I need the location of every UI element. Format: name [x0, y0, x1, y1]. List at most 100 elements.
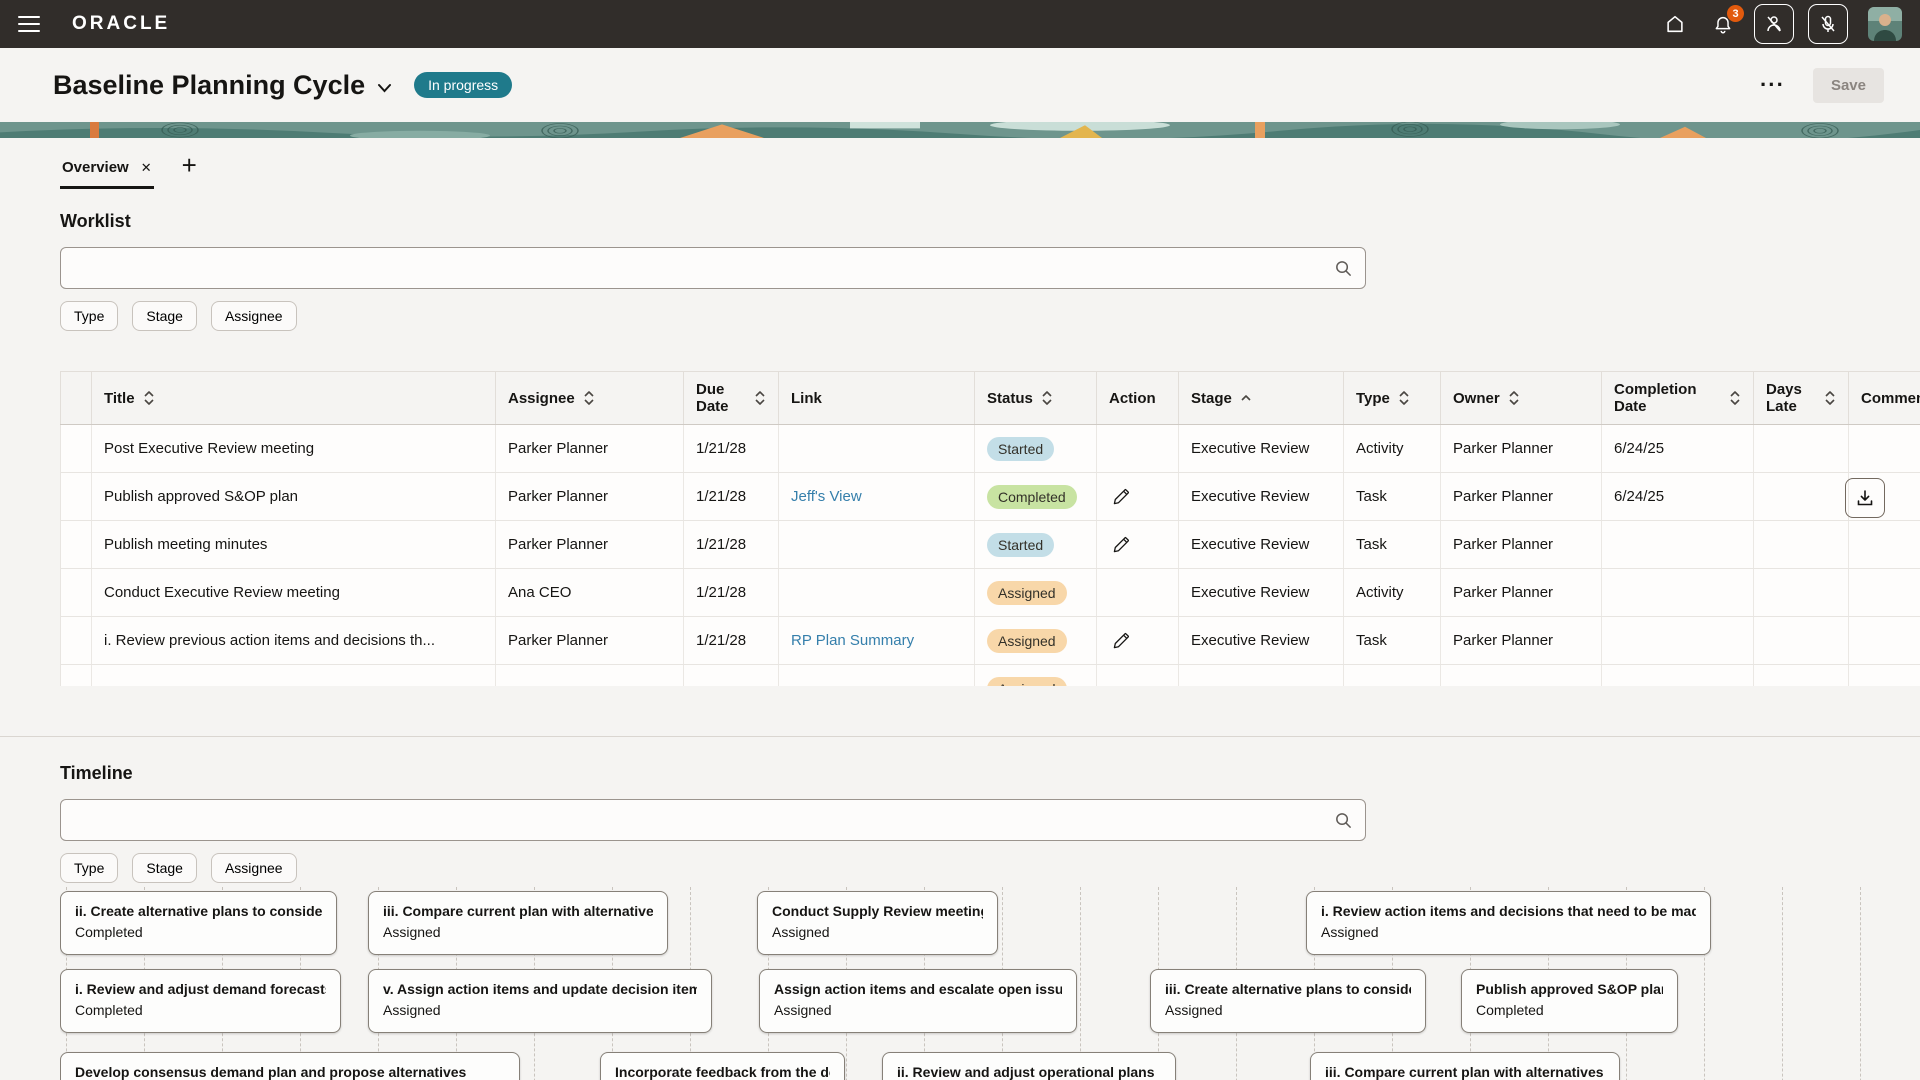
status-badge-assigned: Assigned — [987, 677, 1067, 687]
timeline-card[interactable]: Assign action items and escalate open is… — [759, 969, 1077, 1033]
timeline-card[interactable]: iii. Create alternative plans to conside… — [1150, 969, 1426, 1033]
cell-assignee: Parker Planner — [496, 521, 684, 568]
sort-icon[interactable] — [754, 390, 766, 406]
cell-title: Publish meeting minutes — [92, 521, 496, 568]
filter-chip-stage[interactable]: Stage — [132, 301, 197, 331]
sort-icon[interactable] — [1824, 390, 1836, 406]
timeline-card[interactable]: ii. Review and adjust operational plans — [882, 1052, 1176, 1080]
user-avatar[interactable] — [1868, 7, 1902, 41]
timeline-card[interactable]: v. Assign action items and update decisi… — [368, 969, 712, 1033]
timeline-card-status: Assigned — [383, 1000, 697, 1021]
column-header-stage[interactable]: Stage — [1179, 372, 1344, 424]
sort-icon[interactable] — [1041, 390, 1053, 406]
timeline-card[interactable]: ii. Create alternative plans to consider… — [60, 891, 337, 955]
timeline-search[interactable] — [60, 799, 1366, 841]
home-icon[interactable] — [1658, 7, 1692, 41]
cell-link — [779, 665, 975, 686]
edit-button[interactable] — [1109, 485, 1133, 509]
cell-assignee: Parker Planner — [496, 473, 684, 520]
table-row[interactable]: Conduct Executive Review meetingAna CEO1… — [60, 569, 1920, 617]
filter-chip-type[interactable]: Type — [60, 301, 118, 331]
table-row[interactable]: Publish approved S&OP planParker Planner… — [60, 473, 1920, 521]
timeline-card[interactable]: i. Review action items and decisions tha… — [1306, 891, 1711, 955]
filter-chip-assignee[interactable]: Assignee — [211, 853, 297, 883]
tab-overview[interactable]: Overview ✕ — [60, 153, 154, 189]
timeline-card-title: ii. Create alternative plans to consider — [75, 901, 322, 922]
download-button[interactable] — [1845, 478, 1885, 518]
column-label: Status — [987, 390, 1033, 407]
column-header-link: Link — [779, 372, 975, 424]
edit-button[interactable] — [1109, 629, 1133, 653]
tab-close-icon[interactable]: ✕ — [141, 160, 152, 176]
column-header-title[interactable]: Title — [92, 372, 496, 424]
filter-chip-stage[interactable]: Stage — [132, 853, 197, 883]
edit-pencil-icon — [1111, 535, 1131, 555]
cell-type: Activity — [1344, 425, 1441, 472]
hamburger-menu-icon[interactable] — [18, 16, 40, 32]
cell-title: Post Executive Review meeting — [92, 425, 496, 472]
cell-type: Activity — [1344, 569, 1441, 616]
timeline-card[interactable]: iii. Compare current plan with alternati… — [1310, 1052, 1620, 1080]
cell-completion-date — [1602, 569, 1754, 616]
cell-link — [779, 425, 975, 472]
sort-icon[interactable] — [583, 390, 595, 406]
timeline-card[interactable]: Incorporate feedback from the demand pla… — [600, 1052, 845, 1080]
search-icon — [1334, 811, 1353, 830]
timeline-card-title: Conduct Supply Review meeting — [772, 901, 983, 922]
column-header-owner[interactable]: Owner — [1441, 372, 1602, 424]
chevron-down-icon[interactable] — [377, 83, 392, 93]
download-icon — [1855, 488, 1875, 508]
save-button[interactable]: Save — [1813, 68, 1884, 103]
table-row-partial[interactable]: Assigned — [60, 665, 1920, 686]
column-header-status[interactable]: Status — [975, 372, 1097, 424]
timeline-card[interactable]: Develop consensus demand plan and propos… — [60, 1052, 520, 1080]
add-tab-button[interactable]: + — [182, 150, 197, 189]
decorative-banner-image — [0, 122, 1920, 138]
worklist-search-input[interactable] — [73, 248, 1334, 288]
timeline-card[interactable]: iii. Compare current plan with alternati… — [368, 891, 668, 955]
mic-slash-icon[interactable] — [1808, 4, 1848, 44]
column-header-type[interactable]: Type — [1344, 372, 1441, 424]
status-badge: In progress — [414, 72, 512, 98]
timeline-card[interactable]: Publish approved S&OP planCompleted — [1461, 969, 1678, 1033]
cell-stage — [1179, 665, 1344, 686]
cell-type: Task — [1344, 521, 1441, 568]
sort-icon[interactable] — [1508, 390, 1520, 406]
cell-due-date: 1/21/28 — [684, 521, 779, 568]
user-slash-icon[interactable] — [1754, 4, 1794, 44]
table-row[interactable]: Post Executive Review meetingParker Plan… — [60, 425, 1920, 473]
edit-button[interactable] — [1109, 533, 1133, 557]
column-label: Assignee — [508, 390, 575, 407]
cell-stage: Executive Review — [1179, 569, 1344, 616]
row-link[interactable]: RP Plan Summary — [791, 632, 914, 649]
notifications-bell-icon[interactable]: 3 — [1706, 7, 1740, 41]
timeline-search-input[interactable] — [73, 800, 1334, 840]
table-row[interactable]: i. Review previous action items and deci… — [60, 617, 1920, 665]
topbar: ORACLE 3 — [0, 0, 1920, 48]
column-header-completion-date[interactable]: Completion Date — [1602, 372, 1754, 424]
column-header-comments: Comments — [1849, 372, 1920, 424]
filter-chip-assignee[interactable]: Assignee — [211, 301, 297, 331]
table-row[interactable]: Publish meeting minutesParker Planner1/2… — [60, 521, 1920, 569]
column-header-due-date[interactable]: Due Date — [684, 372, 779, 424]
sort-icon[interactable] — [1398, 390, 1410, 406]
sort-ascending-icon[interactable] — [1240, 390, 1252, 406]
column-header-days-late[interactable]: Days Late — [1754, 372, 1849, 424]
row-link[interactable]: Jeff's View — [791, 488, 862, 505]
page-title: Baseline Planning Cycle — [53, 70, 365, 101]
more-actions-button[interactable]: ··· — [1758, 76, 1787, 94]
timeline-card[interactable]: i. Review and adjust demand forecastsCom… — [60, 969, 341, 1033]
column-header-assignee[interactable]: Assignee — [496, 372, 684, 424]
status-badge-assigned: Assigned — [987, 581, 1067, 605]
row-handle-cell — [60, 425, 92, 472]
cell-assignee: Parker Planner — [496, 425, 684, 472]
timeline-card[interactable]: Conduct Supply Review meetingAssigned — [757, 891, 998, 955]
cell-due-date: 1/21/28 — [684, 473, 779, 520]
row-handle-cell — [60, 569, 92, 616]
row-handle-cell — [60, 521, 92, 568]
sort-icon[interactable] — [1729, 390, 1741, 406]
cell-status: Completed — [975, 473, 1097, 520]
sort-icon[interactable] — [143, 390, 155, 406]
worklist-search[interactable] — [60, 247, 1366, 289]
filter-chip-type[interactable]: Type — [60, 853, 118, 883]
